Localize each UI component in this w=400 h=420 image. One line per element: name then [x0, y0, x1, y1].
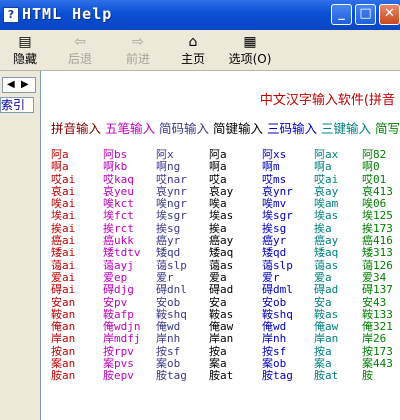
table-cell: 安ob [262, 295, 287, 309]
home-button[interactable]: ⌂ 主页 [170, 32, 216, 68]
forward-button[interactable]: ⇨ 前进 [115, 32, 161, 68]
table-cell: 埃125 [362, 209, 393, 223]
table-cell: 碍ad [209, 283, 234, 297]
options-icon: ▦ [243, 34, 257, 50]
table-cell: 啊a [314, 160, 332, 174]
table-cell: 矮aq [314, 246, 339, 260]
help-app-icon: ? [3, 7, 19, 23]
options-button[interactable]: ▦ 选项(O) [223, 32, 277, 68]
scroll-left-icon[interactable]: ◀ [7, 79, 15, 90]
table-cell: 胺at [314, 369, 339, 383]
maximize-button[interactable]: □ [355, 4, 376, 25]
tab-scroll-buttons[interactable]: ◀ ▶ [2, 77, 36, 93]
method-link[interactable]: 简码输入 [159, 121, 209, 136]
table-cell: 矮qd [156, 246, 181, 260]
table-cell: 矮313 [362, 246, 393, 260]
back-label: 后退 [67, 52, 92, 66]
table-cell: 碍ai [51, 283, 76, 297]
table-cell: 啊ng [156, 160, 181, 174]
tab-index[interactable]: 索引 [0, 97, 34, 113]
forward-arrow-icon: ⇨ [132, 34, 144, 50]
table-cell: 胺 [362, 369, 373, 383]
table-cell: 胺tag [262, 369, 293, 383]
window-title: HTML Help [22, 5, 113, 23]
table-cell: 矮tdtv [103, 246, 141, 260]
table-cell: 啊kb [103, 160, 128, 174]
table-cell: 埃sgr [262, 209, 293, 223]
table-cell: 安43 [362, 295, 387, 309]
table-cell: 啊0 [362, 160, 380, 174]
table-cell: 安pv [103, 295, 128, 309]
table-cell: 碍dnl [156, 283, 187, 297]
table-cell: 岸an [314, 332, 339, 346]
table-cell: 岸26 [362, 332, 387, 346]
method-link[interactable]: 三码输入 [267, 121, 317, 136]
table-cell: 胺at [209, 369, 234, 383]
table-cell: 胺epv [103, 369, 134, 383]
input-method-links: 拼音输入 五笔输入 简码输入 简键输入 三码输入 三键输入 简写 [51, 118, 400, 137]
table-cell: 埃sgr [156, 209, 187, 223]
table-cell: 碍ad [314, 283, 339, 297]
table-cell: 啊a [209, 160, 227, 174]
table-cell: 矮qd [262, 246, 287, 260]
table-cell: 埃ai [51, 209, 76, 223]
hide-button[interactable]: ▤ 隐藏 [2, 32, 48, 68]
forward-label: 前进 [125, 52, 150, 66]
table-cell: 啊m [262, 160, 280, 174]
table-cell: 埃as [314, 209, 339, 223]
navigation-pane: ◀ ▶ 索引 [0, 71, 38, 420]
table-cell: 碍dml [262, 283, 293, 297]
table-cell: 矮aq [209, 246, 234, 260]
method-link[interactable]: 简键输入 [213, 121, 263, 136]
table-cell: 岸an [51, 332, 76, 346]
table-cell: 岸nh [156, 332, 181, 346]
back-arrow-icon: ⇦ [74, 34, 86, 50]
toolbar: ▤ 隐藏 ⇦ 后退 ⇨ 前进 ⌂ 主页 ▦ 选项(O) [0, 30, 400, 71]
table-cell: 安a [209, 295, 227, 309]
table-cell: 碍djg [103, 283, 134, 297]
table-cell: 埃fct [103, 209, 134, 223]
table-cell: 碍137 [362, 283, 393, 297]
table-cell: 安an [51, 295, 76, 309]
home-icon: ⌂ [188, 34, 198, 50]
table-cell: 岸an [209, 332, 234, 346]
hide-label: 隐藏 [12, 52, 37, 66]
hide-icon: ▤ [18, 34, 32, 50]
options-label: 选项(O) [228, 52, 272, 66]
method-link[interactable]: 三键输入 [321, 121, 371, 136]
table-cell: 埃as [209, 209, 234, 223]
table-cell: 安a [314, 295, 332, 309]
scroll-right-icon[interactable]: ▶ [21, 79, 29, 90]
table-cell: 安ob [156, 295, 181, 309]
table-cell: 岸mdfj [103, 332, 141, 346]
home-label: 主页 [180, 52, 205, 66]
method-link[interactable]: 拼音输入 [51, 121, 101, 136]
table-cell: 矮ai [51, 246, 76, 260]
title-bar: ? HTML Help _ □ ✕ [0, 0, 400, 30]
minimize-button[interactable]: _ [331, 4, 352, 25]
table-cell: 岸nh [262, 332, 287, 346]
method-link[interactable]: 五笔输入 [105, 121, 155, 136]
close-button[interactable]: ✕ [379, 4, 400, 25]
help-content: 中文汉字输入软件(拼音 拼音输入 五笔输入 简码输入 简键输入 三码输入 三键输… [40, 71, 400, 420]
table-cell: 啊a [51, 160, 69, 174]
back-button[interactable]: ⇦ 后退 [57, 32, 103, 68]
method-link[interactable]: 简写 [375, 121, 400, 136]
table-cell: 胺an [51, 369, 76, 383]
table-cell: 胺tag [156, 369, 187, 383]
page-heading: 中文汉字输入软件(拼音 [259, 93, 395, 108]
